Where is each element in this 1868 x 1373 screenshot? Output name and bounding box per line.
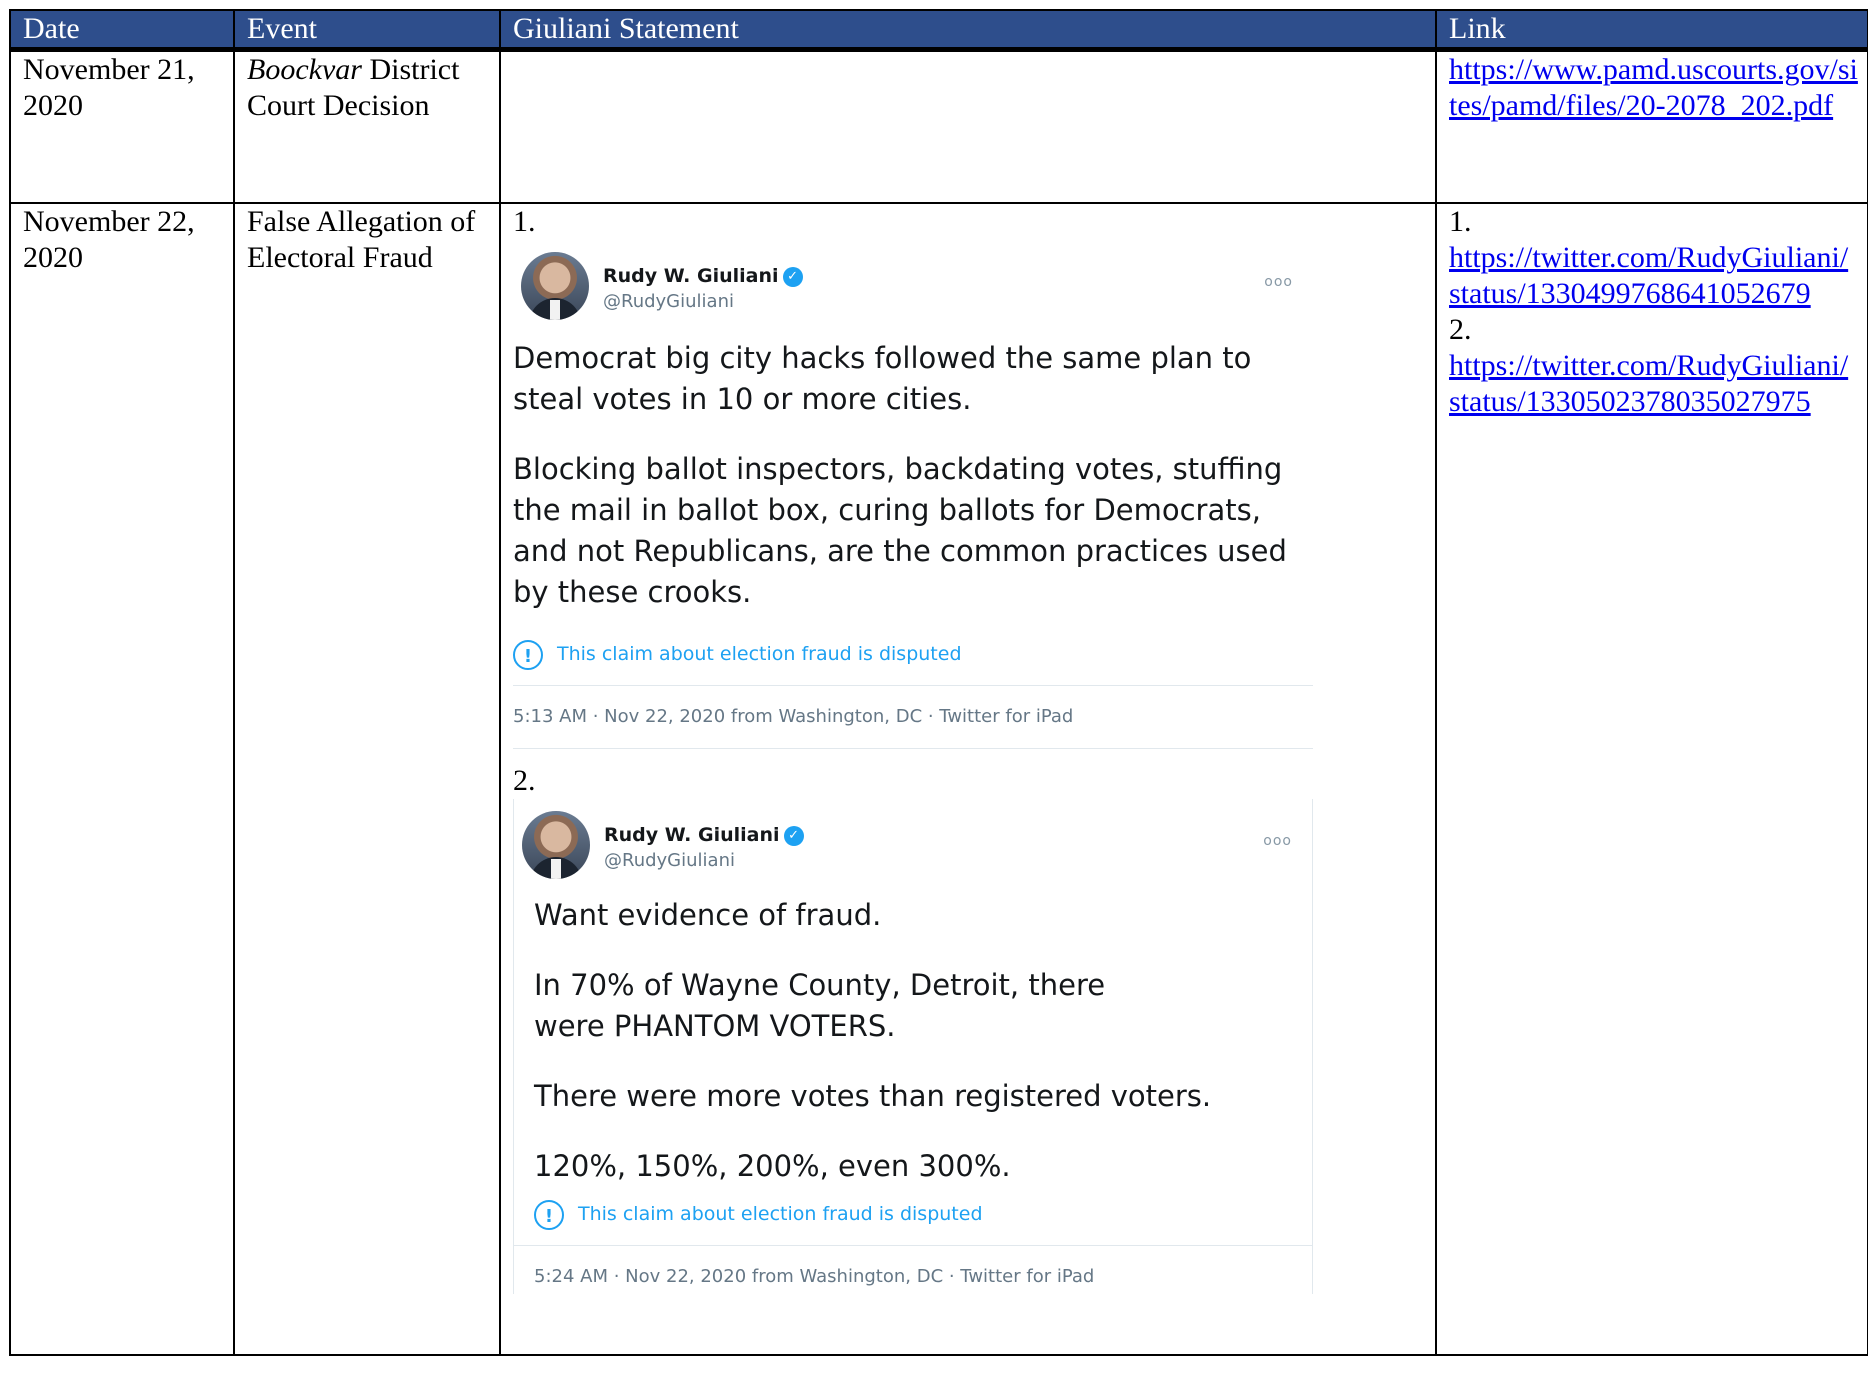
statement-cell <box>499 48 1437 204</box>
verified-check-icon: ✓ <box>783 825 804 846</box>
tweet-header: Rudy W. Giuliani ✓ @RudyGiuliani ooo <box>513 240 1313 320</box>
divider <box>513 685 1313 686</box>
link-cell: https://www.pamd.uscourts.gov/sites/pamd… <box>1435 48 1868 204</box>
tweet-card: Rudy W. Giuliani ✓ @RudyGiuliani ooo Demo… <box>513 240 1313 749</box>
exclamation-circle-icon: ! <box>534 1199 564 1230</box>
link-number: 1. <box>1449 205 1472 238</box>
tweet-author-handle[interactable]: @RudyGiuliani <box>604 843 735 879</box>
table-header-row: Date Event Giuliani Statement Link <box>9 9 1868 51</box>
case-name: Boockvar <box>247 53 362 86</box>
verified-check-icon: ✓ <box>782 266 803 287</box>
divider <box>514 1245 1312 1246</box>
date-cell: November 22, 2020 <box>9 202 235 1356</box>
date-cell: November 21, 2020 <box>9 48 235 204</box>
tweet-body: Want evidence of fraud. In 70% of Wayne … <box>514 895 1312 1187</box>
link-number: 2. <box>1449 313 1472 346</box>
avatar[interactable] <box>521 252 589 320</box>
dispute-text: This claim about election fraud is dispu… <box>557 643 962 665</box>
tweet-body: Democrat big city hacks followed the sam… <box>513 338 1313 613</box>
tweet-paragraph: Want evidence of fraud. <box>534 898 882 932</box>
link-cell: 1. https://twitter.com/RudyGiuliani/stat… <box>1435 202 1868 1356</box>
tweet-link-2[interactable]: https://twitter.com/RudyGiuliani/status/… <box>1449 349 1848 418</box>
event-cell: Boockvar District Court Decision <box>233 48 501 204</box>
tweet-card: Rudy W. Giuliani ✓ @RudyGiuliani ooo Want… <box>513 799 1313 1294</box>
table-row: November 22, 2020 False Allegation of El… <box>9 202 1868 1356</box>
avatar[interactable] <box>522 811 590 879</box>
header-event: Event <box>233 9 501 51</box>
more-dots-icon[interactable]: ooo <box>1263 823 1292 859</box>
court-decision-link[interactable]: https://www.pamd.uscourts.gov/sites/pamd… <box>1449 53 1858 122</box>
tweet-number: 2. <box>513 764 536 797</box>
tweet-author-handle[interactable]: @RudyGiuliani <box>603 284 734 320</box>
dispute-text: This claim about election fraud is dispu… <box>578 1203 983 1225</box>
evidence-table: Date Event Giuliani Statement Link Novem… <box>9 9 1868 1356</box>
tweet-paragraph: There were more votes than registered vo… <box>534 1079 1212 1113</box>
tweet-link-1[interactable]: https://twitter.com/RudyGiuliani/status/… <box>1449 241 1848 310</box>
header-statement: Giuliani Statement <box>499 9 1437 51</box>
table-row: November 21, 2020 Boockvar District Cour… <box>9 48 1868 204</box>
divider <box>513 748 1313 749</box>
tweet-timestamp[interactable]: 5:13 AM · Nov 22, 2020 from Washington, … <box>513 700 1313 734</box>
tweet-timestamp[interactable]: 5:24 AM · Nov 22, 2020 from Washington, … <box>514 1260 1312 1294</box>
event-cell: False Allegation of Electoral Fraud <box>233 202 501 1356</box>
tweet-paragraph: Democrat big city hacks followed the sam… <box>513 341 1252 416</box>
tweet-number: 1. <box>513 205 536 238</box>
header-link: Link <box>1435 9 1868 51</box>
tweet-paragraph: Blocking ballot inspectors, backdating v… <box>513 452 1287 609</box>
more-dots-icon[interactable]: ooo <box>1264 264 1293 300</box>
tweet-paragraph: 120%, 150%, 200%, even 300%. <box>534 1149 1011 1183</box>
statement-cell: 1. Rudy W. Giuliani ✓ @RudyGiuliani ooo D… <box>499 202 1437 1356</box>
tweet-paragraph: In 70% of Wayne County, Detroit, there w… <box>534 968 1106 1043</box>
tweet-header: Rudy W. Giuliani ✓ @RudyGiuliani ooo <box>514 799 1312 879</box>
header-date: Date <box>9 9 235 51</box>
exclamation-circle-icon: ! <box>513 639 543 670</box>
dispute-notice[interactable]: ! This claim about election fraud is disp… <box>513 637 1313 671</box>
dispute-notice[interactable]: ! This claim about election fraud is disp… <box>514 1197 1312 1231</box>
